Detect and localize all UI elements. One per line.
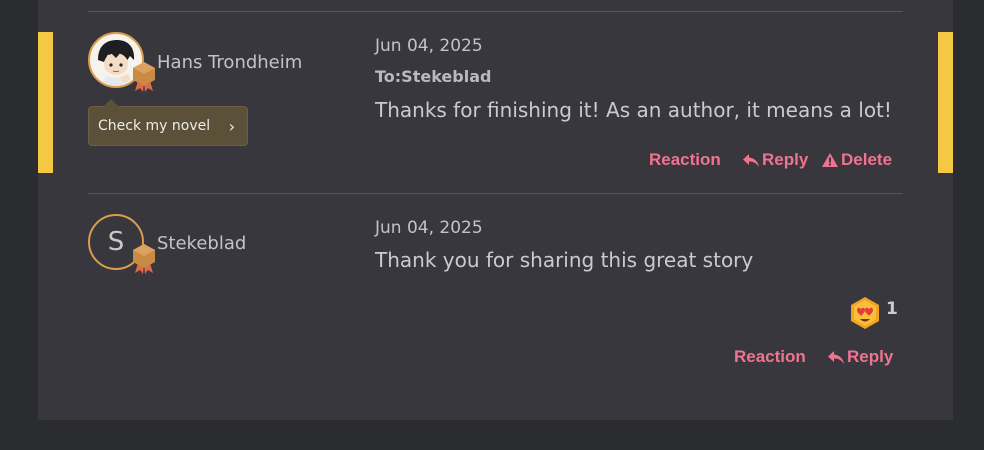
- reaction-button[interactable]: Reaction: [649, 150, 721, 170]
- reaction-label: Reaction: [649, 150, 721, 169]
- reaction-button[interactable]: Reaction: [734, 347, 806, 367]
- comment-username[interactable]: Hans Trondheim: [157, 52, 302, 73]
- reply-button[interactable]: Reply: [742, 150, 808, 170]
- comment-text: Thank you for sharing this great story: [375, 248, 754, 272]
- reply-arrow-icon: [743, 153, 759, 167]
- comment-date: Jun 04, 2025: [375, 36, 483, 56]
- comment-text: Thanks for finishing it! As an author, i…: [375, 98, 892, 122]
- comment-recipient: To:Stekeblad: [375, 67, 492, 86]
- comment-username[interactable]: Stekeblad: [157, 233, 246, 254]
- reaction-label: Reaction: [734, 347, 806, 366]
- check-my-novel-button[interactable]: Check my novel ›: [88, 99, 248, 146]
- comment-date: Jun 04, 2025: [375, 218, 483, 238]
- warning-triangle-icon: [822, 153, 838, 167]
- delete-label: Delete: [841, 150, 893, 169]
- chevron-right-icon: ›: [228, 116, 235, 136]
- highlight-bar-right: [938, 32, 953, 173]
- level-badge-icon: [133, 244, 155, 274]
- reply-label: Reply: [762, 150, 809, 169]
- reply-button[interactable]: Reply: [827, 347, 893, 367]
- reply-label: Reply: [847, 347, 894, 366]
- delete-button[interactable]: Delete: [821, 150, 892, 170]
- avatar-letter: S: [107, 227, 125, 257]
- level-badge-icon: [133, 62, 155, 92]
- divider-middle: [88, 193, 903, 194]
- check-my-novel-label: Check my novel: [98, 118, 211, 134]
- divider-top: [88, 11, 903, 12]
- heart-eyes-emoji-icon[interactable]: [849, 296, 881, 330]
- reaction-count: 1: [886, 299, 898, 319]
- reply-arrow-icon: [828, 350, 844, 364]
- highlight-bar-left: [38, 32, 53, 173]
